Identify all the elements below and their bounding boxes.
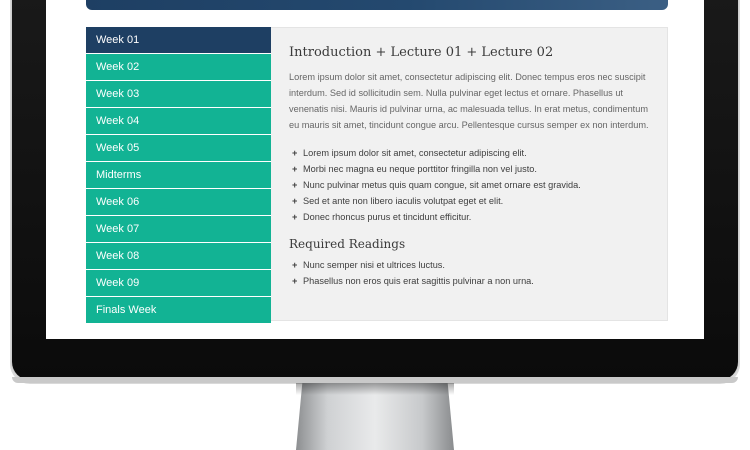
list-item-text: Donec rhoncus purus et tincidunt efficit… <box>303 212 472 222</box>
list-item: + Morbi nec magna eu neque porttitor frin… <box>289 161 649 177</box>
plus-bullet-icon: + <box>292 276 298 286</box>
week-sidebar: Week 01 Week 02 Week 03 Week 04 Week 05 … <box>86 27 271 323</box>
sidebar-item-week-08[interactable]: Week 08 <box>86 243 271 269</box>
list-item: + Lorem ipsum dolor sit amet, consectetur… <box>289 145 649 161</box>
monitor-stand-shadow <box>296 383 454 395</box>
sidebar-item-week-05[interactable]: Week 05 <box>86 135 271 161</box>
header-bar <box>86 0 668 10</box>
sidebar-item-finals-week[interactable]: Finals Week <box>86 297 271 323</box>
readings-list: + Nunc semper nisi et ultrices luctus. + P… <box>289 257 649 289</box>
monitor-screen: Week 01 Week 02 Week 03 Week 04 Week 05 … <box>46 0 704 339</box>
list-item-text: Lorem ipsum dolor sit amet, consectetur … <box>303 148 527 158</box>
plus-bullet-icon: + <box>292 212 298 222</box>
list-item-text: Nunc semper nisi et ultrices luctus. <box>303 260 445 270</box>
list-item: + Sed et ante non libero iaculis volutpat… <box>289 193 649 209</box>
sidebar-item-week-02[interactable]: Week 02 <box>86 54 271 80</box>
content-paragraph: Lorem ipsum dolor sit amet, consectetur … <box>289 72 649 130</box>
list-item-text: Sed et ante non libero iaculis volutpat … <box>303 196 504 206</box>
list-item-text: Morbi nec magna eu neque porttitor fring… <box>303 164 537 174</box>
list-item-text: Nunc pulvinar metus quis quam congue, si… <box>303 180 581 190</box>
sidebar-item-week-03[interactable]: Week 03 <box>86 81 271 107</box>
sidebar-item-week-09[interactable]: Week 09 <box>86 270 271 296</box>
list-item: + Nunc pulvinar metus quis quam congue, s… <box>289 177 649 193</box>
monitor-mockup: Week 01 Week 02 Week 03 Week 04 Week 05 … <box>0 0 750 450</box>
plus-bullet-icon: + <box>292 196 298 206</box>
topic-list: + Lorem ipsum dolor sit amet, consectetur… <box>289 145 649 225</box>
sidebar-item-week-07[interactable]: Week 07 <box>86 216 271 242</box>
sidebar-item-week-04[interactable]: Week 04 <box>86 108 271 134</box>
list-item-text: Phasellus non eros quis erat sagittis pu… <box>303 276 534 286</box>
plus-bullet-icon: + <box>292 164 298 174</box>
plus-bullet-icon: + <box>292 148 298 158</box>
sidebar-item-week-06[interactable]: Week 06 <box>86 189 271 215</box>
plus-bullet-icon: + <box>292 180 298 190</box>
plus-bullet-icon: + <box>292 260 298 270</box>
readings-title: Required Readings <box>289 237 406 251</box>
content-title: Introduction + Lecture 01 + Lecture 02 <box>289 45 554 60</box>
sidebar-item-midterms[interactable]: Midterms <box>86 162 271 188</box>
sidebar-item-week-01[interactable]: Week 01 <box>86 27 271 53</box>
list-item: + Donec rhoncus purus et tincidunt effici… <box>289 209 649 225</box>
list-item: + Phasellus non eros quis erat sagittis p… <box>289 273 649 289</box>
list-item: + Nunc semper nisi et ultrices luctus. <box>289 257 649 273</box>
week-content-panel: Introduction + Lecture 01 + Lecture 02 L… <box>271 27 668 321</box>
